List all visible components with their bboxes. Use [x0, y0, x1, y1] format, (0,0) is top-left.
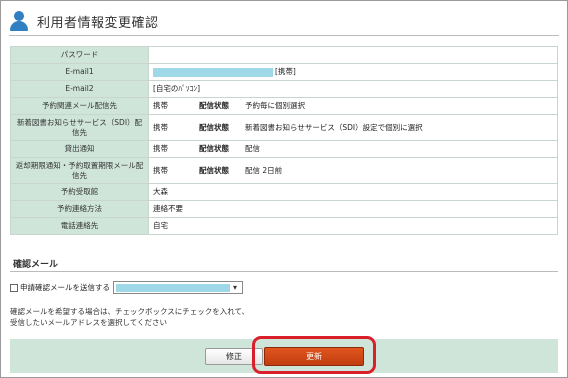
table-row: 電話連絡先 自宅	[10, 217, 558, 235]
row-label-loan-notice: 貸出通知	[10, 140, 149, 158]
row-label-pickup-library: 予約受取館	[10, 183, 149, 201]
table-row: E-mail2 [自宅のﾊﾟｿｺﾝ]	[10, 80, 558, 98]
delivery-target: 携帯	[153, 144, 168, 153]
user-icon	[9, 10, 29, 32]
redacted-email	[153, 67, 273, 77]
row-label-contact-method: 予約連絡方法	[10, 200, 149, 218]
confirm-mail-row: 申請確認メールを送信する ▾	[10, 281, 243, 294]
window-frame: 利用者情報変更確認 パスワード E-mail1 [携帯] E-mail2 [自宅…	[0, 0, 568, 378]
page-title: 利用者情報変更確認	[37, 15, 159, 31]
table-row: 返却期限通知・予約取置期限メール配信先 携帯 配信状態 配信 2日前	[10, 157, 558, 184]
table-row: 予約受取館 大森	[10, 183, 558, 201]
delivery-status-label: 配信状態	[199, 144, 229, 153]
delivery-status-value: 予約毎に個別選択	[245, 101, 305, 110]
section-divider	[10, 271, 558, 272]
row-value-pickup-library: 大森	[148, 183, 558, 201]
table-row: 貸出通知 携帯 配信状態 配信	[10, 140, 558, 158]
delivery-status-value: 新着図書お知らせサービス（SDI）設定で個別に選択	[245, 122, 423, 132]
title-divider	[9, 35, 559, 36]
row-label-password: パスワード	[10, 46, 149, 64]
row-label-reservation-mail: 予約関連メール配信先	[10, 97, 149, 115]
delivery-status-value: 配信	[245, 144, 260, 153]
delivery-status-label: 配信状態	[199, 165, 229, 175]
highlight-annotation	[252, 336, 376, 374]
table-row: 予約連絡方法 連絡不要	[10, 200, 558, 218]
redacted-email	[116, 283, 230, 292]
delivery-target: 携帯	[153, 122, 168, 132]
delivery-target: 携帯	[153, 165, 168, 175]
row-label-phone-contact: 電話連絡先	[10, 217, 149, 235]
user-info-table: パスワード E-mail1 [携帯] E-mail2 [自宅のﾊﾟｿｺﾝ] 予約…	[10, 46, 558, 235]
row-label-email2: E-mail2	[10, 80, 149, 98]
chevron-down-icon[interactable]: ▾	[230, 283, 240, 292]
table-row: 予約関連メール配信先 携帯 配信状態 予約毎に個別選択	[10, 97, 558, 115]
delivery-status-label: 配信状態	[199, 122, 229, 132]
page-header: 利用者情報変更確認	[9, 7, 559, 35]
row-label-email1: E-mail1	[10, 63, 149, 81]
row-value-phone-contact: 自宅	[148, 217, 558, 235]
row-value-password	[148, 46, 558, 64]
delivery-status-label: 配信状態	[199, 101, 229, 110]
row-value-contact-method: 連絡不要	[148, 200, 558, 218]
table-row: E-mail1 [携帯]	[10, 63, 558, 81]
delivery-target: 携帯	[153, 101, 168, 110]
confirm-note: 確認メールを希望する場合は、チェックボックスにチェックを入れて、 受信したいメー…	[10, 307, 250, 327]
row-value-email2: [自宅のﾊﾟｿｺﾝ]	[148, 80, 558, 98]
send-confirm-label[interactable]: 申請確認メールを送信する	[20, 282, 110, 293]
email-address-select[interactable]: ▾	[113, 281, 243, 294]
confirm-mail-heading: 確認メール	[13, 260, 59, 270]
row-value-email1: [携帯]	[148, 63, 558, 81]
table-row: 新着図書お知らせサービス（SDI）配信先 携帯 配信状態 新着図書お知らせサービ…	[10, 114, 558, 141]
send-confirm-checkbox[interactable]	[10, 283, 18, 292]
row-label-due-notice: 返却期限通知・予約取置期限メール配信先	[10, 157, 149, 184]
delivery-status-value: 配信 2日前	[245, 165, 283, 175]
row-label-sdi: 新着図書お知らせサービス（SDI）配信先	[10, 114, 149, 141]
table-row: パスワード	[10, 46, 558, 64]
